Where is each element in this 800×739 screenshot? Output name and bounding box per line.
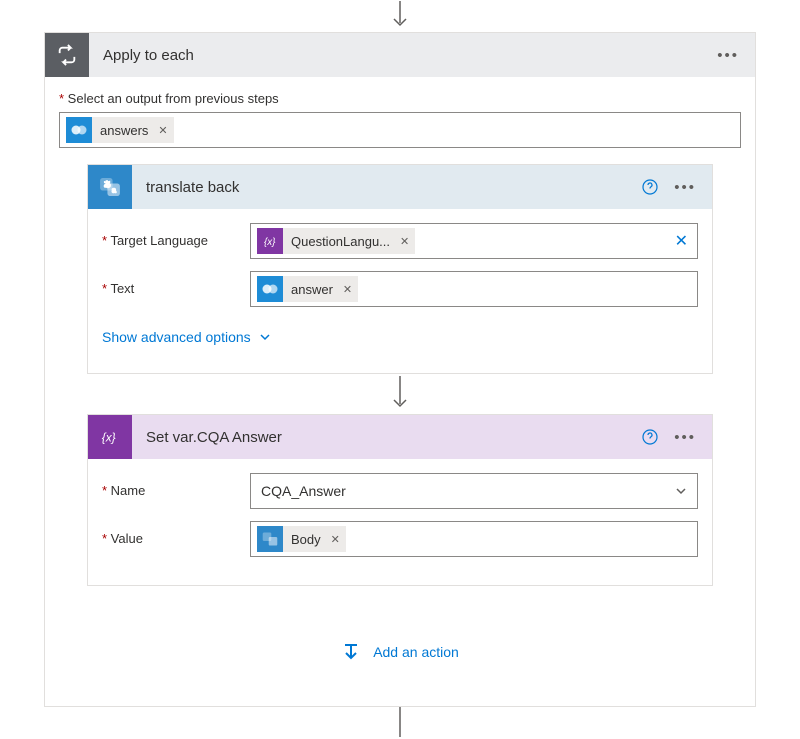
name-select[interactable]: CQA_Answer [250, 473, 698, 509]
remove-token-icon[interactable]: ✕ [398, 235, 409, 248]
clear-field-icon[interactable]: ✕ [675, 231, 688, 251]
select-output-label: Select an output from previous steps [59, 91, 741, 106]
add-action-button[interactable]: Add an action [341, 642, 459, 662]
translate-back-title: translate back [132, 179, 642, 196]
help-icon[interactable] [642, 179, 658, 195]
apply-to-each-title: Apply to each [89, 47, 717, 64]
name-label: Name [102, 473, 250, 498]
value-input[interactable]: Body ✕ [250, 521, 698, 557]
chevron-down-icon [259, 331, 271, 343]
set-var-header[interactable]: {x} Set var.CQA Answer ••• [88, 415, 712, 459]
more-icon[interactable]: ••• [674, 179, 696, 196]
token-label: Body [291, 532, 321, 547]
token-label: QuestionLangu... [291, 234, 390, 249]
remove-token-icon[interactable]: ✕ [156, 124, 167, 137]
body-token[interactable]: Body ✕ [257, 526, 346, 552]
apply-to-each-card: Apply to each ••• Select an output from … [44, 32, 756, 707]
remove-token-icon[interactable]: ✕ [329, 533, 340, 546]
add-action-label: Add an action [373, 644, 459, 660]
translate-icon: あ a [88, 165, 132, 209]
set-var-card: {x} Set var.CQA Answer ••• Name [87, 414, 713, 586]
token-label: answers [100, 123, 148, 138]
target-language-label: Target Language [102, 223, 250, 248]
translate-icon [257, 526, 283, 552]
apply-to-each-header[interactable]: Apply to each ••• [45, 33, 755, 77]
svg-text:{x}: {x} [102, 431, 116, 445]
more-icon[interactable]: ••• [717, 47, 739, 64]
loop-icon [45, 33, 89, 77]
select-output-input[interactable]: answers ✕ [59, 112, 741, 148]
more-icon[interactable]: ••• [674, 429, 696, 446]
svg-text:{x}: {x} [264, 237, 276, 248]
show-advanced-link[interactable]: Show advanced options [102, 329, 271, 345]
chevron-down-icon [675, 485, 687, 497]
qna-icon [257, 276, 283, 302]
token-label: answer [291, 282, 333, 297]
qna-icon [66, 117, 92, 143]
value-label: Value [102, 521, 250, 546]
target-language-input[interactable]: {x} QuestionLangu... ✕ [250, 223, 698, 259]
name-value: CQA_Answer [261, 483, 346, 499]
text-label: Text [102, 271, 250, 296]
answers-token[interactable]: answers ✕ [66, 117, 174, 143]
translate-back-card: あ a translate back ••• [87, 164, 713, 374]
help-icon[interactable] [642, 429, 658, 445]
remove-token-icon[interactable]: ✕ [341, 283, 352, 296]
variable-icon: {x} [257, 228, 283, 254]
variable-icon: {x} [88, 415, 132, 459]
show-advanced-label: Show advanced options [102, 329, 251, 345]
text-input[interactable]: answer ✕ [250, 271, 698, 307]
answer-token[interactable]: answer ✕ [257, 276, 358, 302]
set-var-title: Set var.CQA Answer [132, 429, 642, 446]
add-action-icon [341, 642, 361, 662]
translate-back-header[interactable]: あ a translate back ••• [88, 165, 712, 209]
question-language-token[interactable]: {x} QuestionLangu... ✕ [257, 228, 415, 254]
